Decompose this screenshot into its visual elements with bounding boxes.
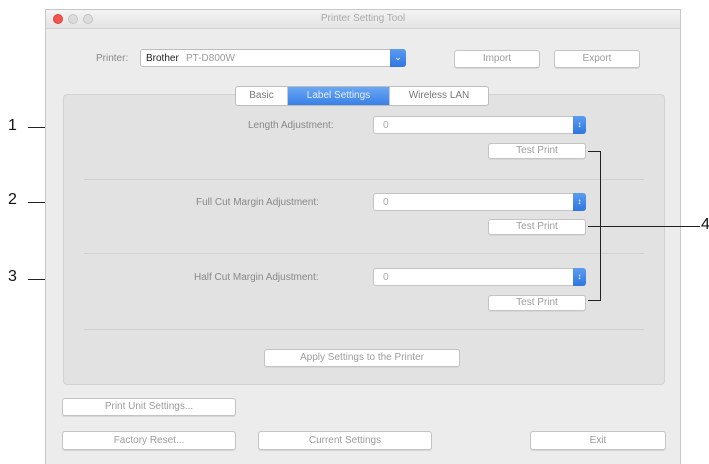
test-print-button-1[interactable]: Test Print <box>488 143 586 159</box>
length-adjustment-select[interactable]: 0 ↕ <box>373 116 586 134</box>
printer-label: Printer: <box>96 53 129 64</box>
tab-basic[interactable]: Basic <box>236 87 288 105</box>
tab-label-settings[interactable]: Label Settings <box>288 87 390 105</box>
callout-3: 3 <box>8 268 17 285</box>
settings-tabs: Basic Label Settings Wireless LAN <box>235 86 489 106</box>
tab-wireless-lan[interactable]: Wireless LAN <box>390 87 488 105</box>
callout-4-line <box>588 226 700 227</box>
callout-2: 2 <box>8 191 17 208</box>
printer-brand: Brother <box>146 53 179 64</box>
factory-reset-button[interactable]: Factory Reset... <box>62 431 236 450</box>
callout-1: 1 <box>8 117 17 134</box>
apply-settings-button[interactable]: Apply Settings to the Printer <box>264 349 460 367</box>
print-unit-settings-button[interactable]: Print Unit Settings... <box>62 398 236 416</box>
import-button[interactable]: Import <box>454 50 540 68</box>
separator-1 <box>84 179 644 180</box>
half-cut-margin-value: 0 <box>383 272 389 283</box>
printer-model: PT-D800W <box>186 53 235 64</box>
current-settings-button[interactable]: Current Settings <box>258 431 432 450</box>
full-cut-margin-label: Full Cut Margin Adjustment: <box>196 197 319 208</box>
chevron-updown-icon[interactable]: ↕ <box>573 268 586 286</box>
chevron-updown-icon[interactable]: ↕ <box>573 193 586 211</box>
label-settings-panel <box>63 94 665 385</box>
callout-4: 4 <box>701 216 709 233</box>
test-print-button-2[interactable]: Test Print <box>488 219 586 235</box>
printer-setting-window: Printer Setting Tool Printer: Brother PT… <box>45 9 681 464</box>
chevron-down-icon[interactable]: ⌄ <box>390 49 406 67</box>
separator-3 <box>84 329 644 330</box>
export-button[interactable]: Export <box>554 50 640 68</box>
half-cut-margin-select[interactable]: 0 ↕ <box>373 268 586 286</box>
length-adjustment-label: Length Adjustment: <box>248 120 334 131</box>
full-cut-margin-select[interactable]: 0 ↕ <box>373 193 586 211</box>
title-bar: Printer Setting Tool <box>46 10 680 29</box>
printer-select[interactable]: Brother PT-D800W ⌄ <box>140 49 406 67</box>
window-title: Printer Setting Tool <box>320 13 406 24</box>
length-adjustment-value: 0 <box>383 120 389 131</box>
half-cut-margin-label: Half Cut Margin Adjustment: <box>194 272 319 283</box>
separator-2 <box>84 253 644 254</box>
exit-button[interactable]: Exit <box>530 431 666 450</box>
chevron-updown-icon[interactable]: ↕ <box>573 116 586 134</box>
test-print-button-3[interactable]: Test Print <box>488 295 586 311</box>
full-cut-margin-value: 0 <box>383 197 389 208</box>
